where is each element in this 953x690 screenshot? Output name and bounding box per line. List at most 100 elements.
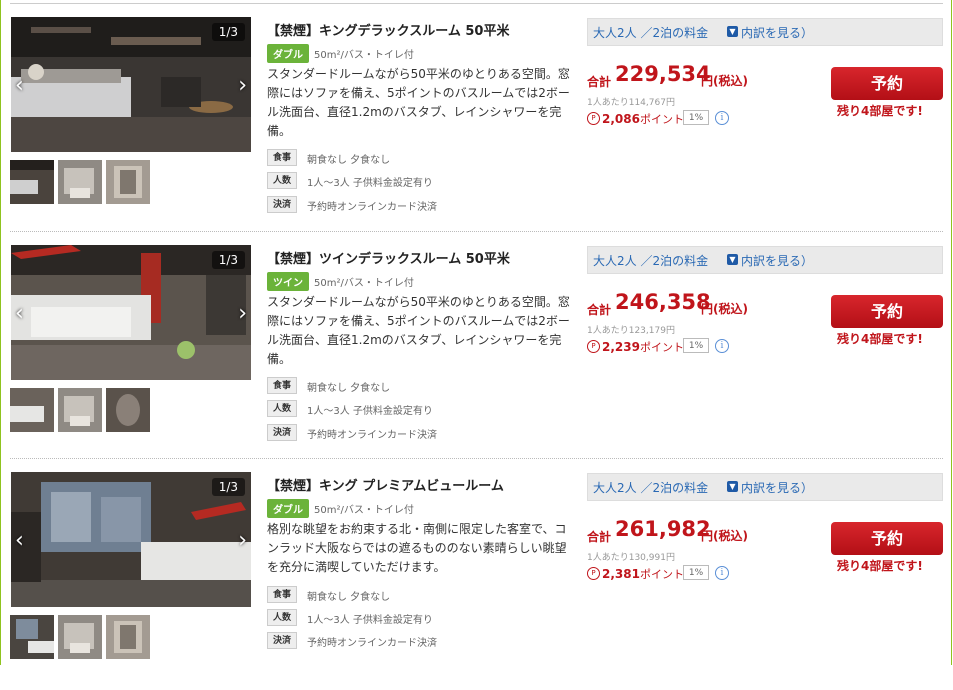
- chevron-right-icon[interactable]: ›: [238, 301, 247, 326]
- info-icon[interactable]: i: [715, 339, 729, 353]
- photo-counter: 1/3: [211, 23, 245, 41]
- room-divider: [10, 458, 943, 459]
- bed-type-badge: ツイン: [267, 272, 309, 291]
- breakdown-link[interactable]: 内訳を見る）: [741, 24, 813, 41]
- room-photo[interactable]: 1/3 ‹ ›: [11, 472, 251, 607]
- room-description: スタンダードルームながら50平米のゆとりある空間。窓際にはソファを備え、5ポイン…: [267, 295, 570, 366]
- room-photo[interactable]: 1/3 ‹ ›: [11, 245, 251, 380]
- thumbnail[interactable]: [58, 388, 102, 432]
- thumbnail[interactable]: [58, 615, 102, 659]
- point-rate-badge: 1%: [683, 110, 709, 125]
- breakdown-link[interactable]: 内訳を見る）: [741, 252, 813, 269]
- info-icon[interactable]: i: [715, 111, 729, 125]
- bed-type-badge: ダブル: [267, 44, 309, 63]
- breakdown-link[interactable]: 内訳を見る）: [741, 479, 813, 496]
- total-label: 合計: [587, 75, 612, 89]
- room-description: 格別な眺望をお約束する北・南側に限定した客室で、コンラッド大阪ならではの遮るもの…: [267, 522, 567, 574]
- meal-label: 食事: [267, 377, 297, 394]
- payment-label: 決済: [267, 424, 297, 441]
- reserve-button[interactable]: 予約: [831, 522, 943, 555]
- price-guests-nights: 大人2人 ／2泊の料金: [593, 481, 709, 495]
- points-unit: ポイント: [639, 341, 684, 354]
- room-spec: 50m²/バス・トイレ付: [314, 50, 414, 61]
- per-person-price: 1人あたり114,767円: [587, 98, 675, 108]
- point-rate-badge: 1%: [683, 565, 709, 580]
- points-value: 2,381: [602, 567, 640, 581]
- guests-value: 1人～3人 子供料金設定有り: [307, 178, 433, 189]
- per-person-price: 1人あたり130,991円: [587, 553, 675, 563]
- chevron-left-icon[interactable]: ‹: [15, 301, 24, 326]
- point-icon: P: [587, 340, 600, 353]
- bed-type-badge: ダブル: [267, 499, 309, 518]
- photo-counter: 1/3: [211, 251, 245, 269]
- thumbnail[interactable]: [10, 388, 54, 432]
- meal-value: 朝食なし 夕食なし: [307, 155, 391, 166]
- point-icon: P: [587, 112, 600, 125]
- yen-tax-label: 円(税込): [701, 302, 748, 316]
- total-price: 261,982: [615, 517, 711, 541]
- points-value: 2,239: [602, 340, 640, 354]
- rooms-left-notice: 残り4部屋です!: [837, 332, 923, 346]
- meal-label: 食事: [267, 149, 297, 166]
- payment-label: 決済: [267, 632, 297, 649]
- price-header: 大人2人 ／2泊の料金 ▼ 内訳を見る）: [587, 473, 943, 501]
- yen-tax-label: 円(税込): [701, 529, 748, 543]
- total-label: 合計: [587, 530, 612, 544]
- thumbnail[interactable]: [10, 615, 54, 659]
- guests-value: 1人～3人 子供料金設定有り: [307, 406, 433, 417]
- point-rate-badge: 1%: [683, 338, 709, 353]
- guests-label: 人数: [267, 609, 297, 626]
- points-value: 2,086: [602, 112, 640, 126]
- total-price: 246,358: [615, 290, 711, 314]
- room-card: 1/3 ‹ › 【禁煙】キングデラックスルーム 50平米 ダブル 50m²/バス…: [10, 15, 943, 235]
- total-price: 229,534: [615, 62, 711, 86]
- meal-value: 朝食なし 夕食なし: [307, 592, 391, 603]
- rooms-left-notice: 残り4部屋です!: [837, 104, 923, 118]
- room-title[interactable]: 【禁煙】ツインデラックスルーム 50平米: [267, 248, 510, 267]
- guests-value: 1人～3人 子供料金設定有り: [307, 615, 433, 626]
- points-unit: ポイント: [639, 568, 684, 581]
- payment-value: 予約時オンラインカード決済: [307, 202, 437, 213]
- price-guests-nights: 大人2人 ／2泊の料金: [593, 254, 709, 268]
- reserve-button[interactable]: 予約: [831, 67, 943, 100]
- points-unit: ポイント: [639, 113, 684, 126]
- thumbnail[interactable]: [106, 160, 150, 204]
- per-person-price: 1人あたり123,179円: [587, 326, 675, 336]
- price-guests-nights: 大人2人 ／2泊の料金: [593, 26, 709, 40]
- room-title[interactable]: 【禁煙】キングデラックスルーム 50平米: [267, 20, 509, 39]
- room-photo[interactable]: 1/3 ‹ ›: [11, 17, 251, 152]
- thumbnail[interactable]: [106, 388, 150, 432]
- payment-label: 決済: [267, 196, 297, 213]
- chevron-right-icon[interactable]: ›: [238, 528, 247, 553]
- photo-counter: 1/3: [211, 478, 245, 496]
- points: 2,381ポイント: [602, 566, 684, 582]
- rooms-left-notice: 残り4部屋です!: [837, 559, 923, 573]
- info-icon[interactable]: i: [715, 566, 729, 580]
- reserve-button[interactable]: 予約: [831, 295, 943, 328]
- meal-value: 朝食なし 夕食なし: [307, 383, 391, 394]
- triangle-down-icon[interactable]: ▼: [727, 26, 738, 37]
- room-card: 1/3 ‹ › 【禁煙】ツインデラックスルーム 50平米 ツイン 50m²/バス…: [10, 243, 943, 463]
- triangle-down-icon[interactable]: ▼: [727, 254, 738, 265]
- thumbnail[interactable]: [10, 160, 54, 204]
- room-divider: [10, 231, 943, 232]
- payment-value: 予約時オンラインカード決済: [307, 430, 437, 441]
- guests-label: 人数: [267, 172, 297, 189]
- chevron-left-icon[interactable]: ‹: [15, 528, 24, 553]
- thumbnail[interactable]: [58, 160, 102, 204]
- room-title[interactable]: 【禁煙】キング プレミアムビュールーム: [267, 475, 504, 494]
- room-card: 1/3 ‹ › 【禁煙】キング プレミアムビュールーム ダブル 50m²/バス・…: [10, 470, 943, 690]
- triangle-down-icon[interactable]: ▼: [727, 481, 738, 492]
- chevron-right-icon[interactable]: ›: [238, 73, 247, 98]
- yen-tax-label: 円(税込): [701, 74, 748, 88]
- chevron-left-icon[interactable]: ‹: [15, 73, 24, 98]
- thumbnail[interactable]: [106, 615, 150, 659]
- price-header: 大人2人 ／2泊の料金 ▼ 内訳を見る）: [587, 18, 943, 46]
- meal-label: 食事: [267, 586, 297, 603]
- room-description: スタンダードルームながら50平米のゆとりある空間。窓際にはソファを備え、5ポイン…: [267, 67, 570, 138]
- price-header: 大人2人 ／2泊の料金 ▼ 内訳を見る）: [587, 246, 943, 274]
- point-icon: P: [587, 567, 600, 580]
- guests-label: 人数: [267, 400, 297, 417]
- payment-value: 予約時オンラインカード決済: [307, 638, 437, 649]
- points: 2,086ポイント: [602, 111, 684, 127]
